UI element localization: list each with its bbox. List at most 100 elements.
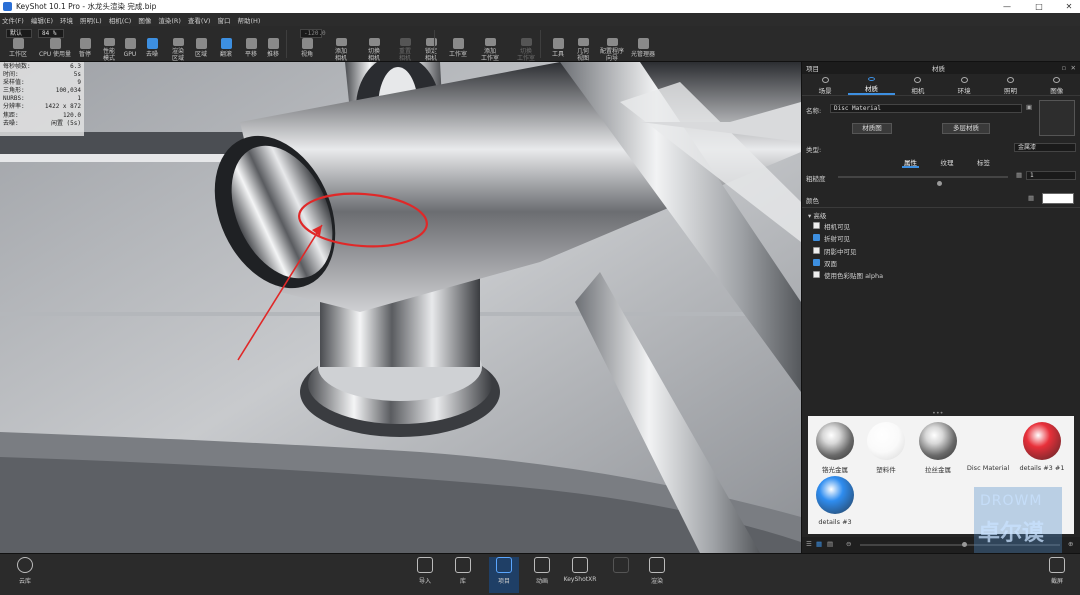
panel-header: 项目 材质 ▫ ✕ [802, 62, 1080, 74]
checkbox-4[interactable] [813, 271, 820, 279]
bottom-button-0[interactable]: 导入 [410, 557, 440, 593]
thumbnail-size-handle[interactable] [962, 542, 967, 547]
toolbar-button-7[interactable]: 区域 [191, 26, 211, 62]
minimize-button[interactable]: — [996, 0, 1018, 13]
toolbar-button-9[interactable]: 平移 [241, 26, 261, 62]
toolbar-button-0[interactable]: 工作区 [6, 26, 30, 62]
bottom-icon-1 [455, 557, 471, 573]
panel-close-icon[interactable]: ✕ [1071, 64, 1076, 72]
toolbar-button-3[interactable]: 性能 模式 [98, 26, 120, 62]
menu-item-1[interactable]: 编辑(E) [31, 15, 53, 25]
toolbar-button-12[interactable]: 添加 相机 [328, 26, 354, 62]
bottom-icon-4 [572, 557, 588, 573]
grid-view-icon[interactable]: ▦ [816, 540, 822, 548]
material-thumb[interactable]: 塑料件 [856, 422, 916, 474]
zoom-out-icon[interactable]: ⊖ [846, 540, 851, 548]
roughness-value-input[interactable]: 1 [1026, 171, 1076, 180]
checkbox-1[interactable] [813, 234, 820, 242]
toolbar-button-22[interactable]: 光管理器 [628, 26, 658, 62]
menu-item-6[interactable]: 渲染(R) [158, 15, 181, 25]
menu-item-0[interactable]: 文件(F) [2, 15, 24, 25]
render-viewport[interactable]: 每秒帧数: 6.3 时间: 5s 采样值: 9 三角形: 100,034 NURBS: 1 分辨率:… [0, 62, 801, 553]
material-thumb[interactable]: details #3 #1 [1012, 422, 1072, 472]
tab-1[interactable]: 材质 [848, 74, 895, 95]
details-view-icon[interactable]: ▤ [827, 540, 833, 548]
checkbox-3[interactable] [813, 258, 820, 266]
tab-0[interactable]: 场景 [802, 74, 848, 95]
toolbar-button-1[interactable]: CPU 使用量 [37, 26, 73, 62]
tab-icon-5 [1053, 77, 1061, 83]
toolbar-button-10[interactable]: 推移 [263, 26, 283, 62]
menu-item-9[interactable]: 帮助(H) [237, 15, 260, 25]
subtab-0[interactable]: 属性 [902, 157, 919, 168]
menu-item-7[interactable]: 查看(V) [188, 15, 211, 25]
color-swatch[interactable] [1042, 193, 1074, 204]
material-preview-swatch[interactable] [1039, 100, 1075, 136]
multi-material-button[interactable]: 多层材质 [942, 123, 990, 134]
tab-5[interactable]: 图像 [1034, 74, 1080, 95]
toolbar-icon-22 [637, 38, 649, 49]
stat-value: 9 [77, 79, 81, 87]
checkbox-0[interactable] [813, 222, 820, 229]
toolbar-button-5[interactable]: 去噪 [142, 26, 162, 62]
toolbar-button-14[interactable]: 重置 相机 [393, 26, 417, 62]
menu-item-3[interactable]: 照明(L) [80, 15, 102, 25]
material-type-select[interactable]: 金属漆 [1014, 143, 1076, 152]
menu-item-5[interactable]: 图像 [138, 15, 151, 25]
panel-popout-icon[interactable]: ▫ [1062, 64, 1066, 72]
toolbar-button-21[interactable]: 配置程序 向导 [597, 26, 627, 62]
toolbar-button-2[interactable]: 暂停 [76, 26, 94, 62]
bottom-button-4[interactable]: KeyShotXR [564, 557, 596, 593]
stat-row: 去噪: 闲置 (5s) [3, 120, 81, 128]
toolbar-button-13[interactable]: 切换 相机 [361, 26, 387, 62]
material-thumb[interactable]: details #3 [805, 476, 865, 526]
close-button[interactable]: ✕ [1058, 0, 1080, 13]
material-graph-button[interactable]: 材质图 [852, 123, 892, 134]
tab-2[interactable]: 相机 [895, 74, 941, 95]
stat-row: 三角形: 100,034 [3, 87, 81, 95]
bottom-button-6[interactable]: 渲染 [642, 557, 672, 593]
toolbar-separator [286, 30, 287, 58]
advanced-section-header[interactable]: ▾ 高级 [808, 210, 826, 220]
cloud-library-button[interactable]: 云库 [10, 557, 40, 585]
menu-item-4[interactable]: 相机(C) [109, 15, 132, 25]
maximize-button[interactable]: □ [1028, 0, 1050, 13]
toolbar-button-15[interactable]: 锁定 相机 [418, 26, 444, 62]
toolbar-button-11[interactable]: 视角 [296, 26, 318, 62]
menu-item-8[interactable]: 窗口 [217, 15, 230, 25]
toolbar-label-19: 工具 [551, 51, 564, 58]
material-name-input[interactable]: Disc Material [830, 104, 1022, 113]
toolbar-button-16[interactable]: 工作室 [446, 26, 470, 62]
bottom-button-1[interactable]: 库 [448, 557, 478, 593]
list-view-icon[interactable]: ☰ [806, 540, 812, 548]
roughness-slider-handle[interactable] [937, 181, 942, 186]
subtab-1[interactable]: 纹理 [939, 157, 956, 168]
toolbar-button-4[interactable]: GPU [121, 26, 139, 62]
zoom-in-icon[interactable]: ⊕ [1068, 540, 1073, 548]
bottom-button-2[interactable]: 项目 [489, 557, 519, 593]
toolbar-button-8[interactable]: 翻滚 [215, 26, 237, 62]
tab-3[interactable]: 环境 [941, 74, 987, 95]
toolbar-button-19[interactable]: 工具 [548, 26, 568, 62]
toolbar-button-18[interactable]: 切换 工作室 [512, 26, 540, 62]
tab-4[interactable]: 照明 [987, 74, 1033, 95]
color-texture-icon[interactable]: ▦ [1028, 194, 1034, 202]
toolbar-button-17[interactable]: 添加 工作室 [476, 26, 504, 62]
screenshot-icon [1049, 557, 1065, 573]
checkbox-2[interactable] [813, 246, 820, 254]
toolbar-label-6: 渲染 区域 [171, 48, 184, 62]
tab-icon-3 [960, 77, 968, 83]
material-thumb[interactable]: Disc Material [958, 422, 1018, 472]
save-material-icon[interactable]: ▣ [1026, 103, 1032, 111]
subtab-2[interactable]: 标签 [975, 157, 992, 168]
bottom-label: 动画 [535, 578, 548, 585]
bottom-button-5[interactable] [606, 557, 636, 593]
screenshot-button[interactable]: 截屏 [1042, 557, 1072, 585]
bottom-button-3[interactable]: 动画 [527, 557, 557, 593]
texture-link-icon[interactable]: ▦ [1016, 171, 1022, 179]
toolbar-button-20[interactable]: 几何 视图 [572, 26, 594, 62]
toolbar-button-6[interactable]: 渲染 区域 [166, 26, 190, 62]
roughness-slider-track[interactable] [838, 176, 1008, 178]
menu-item-2[interactable]: 环境 [60, 15, 73, 25]
render-stats-overlay: 每秒帧数: 6.3 时间: 5s 采样值: 9 三角形: 100,034 NURBS: 1 分辨率:… [0, 62, 84, 136]
